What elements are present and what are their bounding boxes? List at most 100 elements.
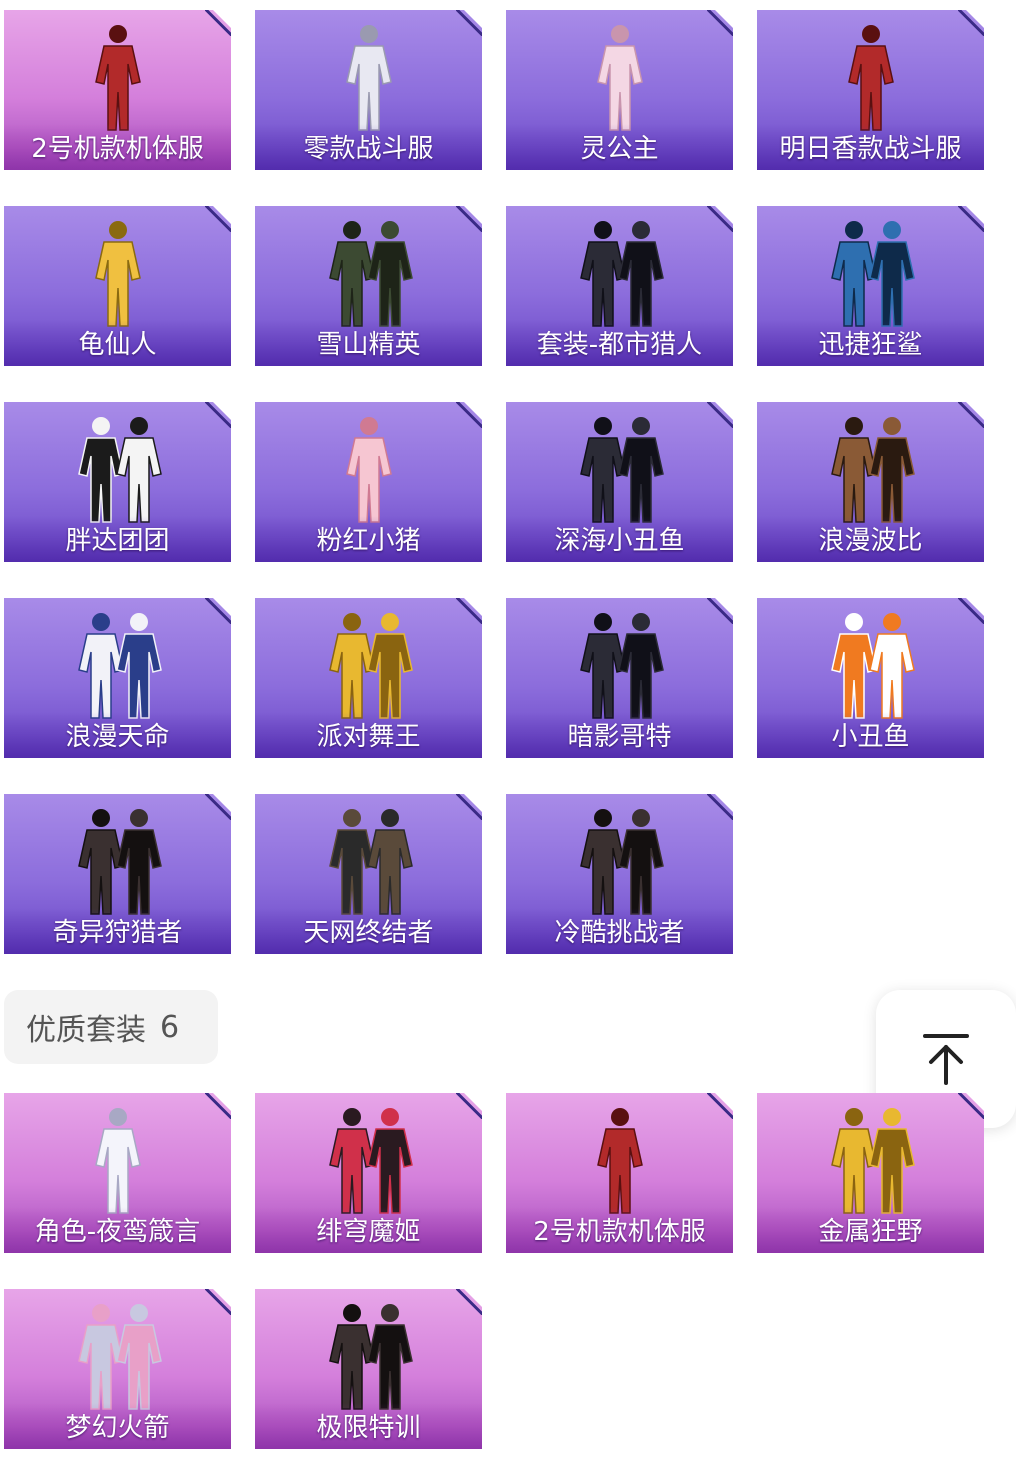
- corner-fold-line: [456, 10, 482, 36]
- outfit-preview-image: [77, 1304, 162, 1410]
- outfit-name: 粉红小猪: [316, 526, 421, 556]
- corner-fold-line: [958, 10, 984, 36]
- outfit-card[interactable]: 浪漫天命: [4, 598, 231, 758]
- outfit-preview-image: [345, 25, 392, 131]
- corner-fold-line: [205, 1093, 231, 1119]
- outfit-card[interactable]: 迅捷狂鲨: [757, 206, 984, 366]
- outfit-name: 胖达团团: [65, 526, 170, 556]
- corner-fold-line: [456, 206, 482, 232]
- outfit-card[interactable]: 明日香款战斗服: [757, 10, 984, 170]
- outfit-preview-image: [94, 25, 141, 131]
- outfit-card[interactable]: 派对舞王: [255, 598, 482, 758]
- outfit-preview-image: [579, 221, 664, 327]
- outfit-card[interactable]: 深海小丑鱼: [506, 402, 733, 562]
- corner-fold-line: [456, 1289, 482, 1315]
- outfit-grid-top: 2号机款机体服 零款战斗服 灵公主 明日香款战斗服龟仙人 雪山精英 套装-都市猎人 迅捷狂鲨…: [4, 10, 984, 954]
- outfit-name: 雪山精英: [316, 330, 421, 360]
- outfit-name: 绯穹魔姬: [316, 1217, 421, 1247]
- outfit-preview-image: [830, 221, 915, 327]
- outfit-card[interactable]: 绯穹魔姬: [255, 1093, 482, 1253]
- section-title-label: 优质套装: [26, 1013, 146, 1048]
- outfit-preview-image: [328, 221, 413, 327]
- outfit-card[interactable]: 胖达团团: [4, 402, 231, 562]
- outfit-card[interactable]: 雪山精英: [255, 206, 482, 366]
- outfit-preview-image: [345, 417, 392, 523]
- corner-fold-line: [707, 206, 733, 232]
- outfit-preview-image: [328, 613, 413, 719]
- outfit-preview-image: [579, 613, 664, 719]
- outfit-card[interactable]: 小丑鱼: [757, 598, 984, 758]
- corner-fold-line: [456, 1093, 482, 1119]
- outfit-preview-image: [77, 809, 162, 915]
- outfit-card[interactable]: 天网终结者: [255, 794, 482, 954]
- outfit-grid-premium: 角色-夜鸾箴言 绯穹魔姬 2号机款机体服 金属狂野梦幻火箭 极限特训: [4, 1093, 984, 1449]
- outfit-card[interactable]: 2号机款机体服: [506, 1093, 733, 1253]
- outfit-name: 明日香款战斗服: [779, 134, 962, 164]
- corner-fold-line: [707, 1093, 733, 1119]
- outfit-preview-image: [830, 1108, 915, 1214]
- outfit-preview-image: [77, 417, 162, 523]
- outfit-card[interactable]: 套装-都市猎人: [506, 206, 733, 366]
- corner-fold-line: [958, 206, 984, 232]
- outfit-name: 梦幻火箭: [65, 1413, 170, 1443]
- outfit-name: 金属狂野: [818, 1217, 923, 1247]
- outfit-preview-image: [94, 1108, 141, 1214]
- corner-fold-line: [958, 1093, 984, 1119]
- outfit-name: 冷酷挑战者: [554, 918, 685, 948]
- outfit-name: 天网终结者: [303, 918, 434, 948]
- outfit-preview-image: [328, 1108, 413, 1214]
- outfit-card[interactable]: 龟仙人: [4, 206, 231, 366]
- corner-fold-line: [707, 10, 733, 36]
- outfit-name: 迅捷狂鲨: [818, 330, 923, 360]
- outfit-name: 浪漫天命: [65, 722, 170, 752]
- outfit-card[interactable]: 梦幻火箭: [4, 1289, 231, 1449]
- outfit-card[interactable]: 浪漫波比: [757, 402, 984, 562]
- outfit-preview-image: [596, 25, 643, 131]
- outfit-preview-image: [847, 25, 894, 131]
- outfit-card[interactable]: 极限特训: [255, 1289, 482, 1449]
- section-title-count: 6: [160, 1009, 180, 1045]
- outfit-name: 2号机款机体服: [533, 1217, 706, 1247]
- outfit-preview-image: [579, 417, 664, 523]
- outfit-card[interactable]: 2号机款机体服: [4, 10, 231, 170]
- outfit-preview-image: [596, 1108, 643, 1214]
- outfit-name: 奇异狩猎者: [52, 918, 183, 948]
- outfit-name: 派对舞王: [316, 722, 421, 752]
- outfit-name: 暗影哥特: [567, 722, 672, 752]
- corner-fold-line: [456, 794, 482, 820]
- outfit-preview-image: [328, 1304, 413, 1410]
- outfit-preview-image: [579, 809, 664, 915]
- corner-fold-line: [958, 598, 984, 624]
- outfit-card[interactable]: 粉红小猪: [255, 402, 482, 562]
- outfit-card[interactable]: 暗影哥特: [506, 598, 733, 758]
- outfit-name: 零款战斗服: [303, 134, 434, 164]
- corner-fold-line: [958, 402, 984, 428]
- arrow-up-to-top-icon: [923, 1034, 969, 1085]
- outfit-name: 角色-夜鸾箴言: [34, 1217, 201, 1247]
- corner-fold-line: [707, 402, 733, 428]
- outfit-card[interactable]: 金属狂野: [757, 1093, 984, 1253]
- corner-fold-line: [205, 794, 231, 820]
- corner-fold-line: [456, 402, 482, 428]
- outfit-name: 深海小丑鱼: [554, 526, 685, 556]
- outfit-card[interactable]: 角色-夜鸾箴言: [4, 1093, 231, 1253]
- outfit-name: 小丑鱼: [831, 722, 910, 752]
- outfit-name: 龟仙人: [78, 330, 157, 360]
- corner-fold-line: [205, 1289, 231, 1315]
- outfit-preview-image: [77, 613, 162, 719]
- corner-fold-line: [707, 794, 733, 820]
- section-title-premium-sets: 优质套装 6: [4, 990, 218, 1064]
- outfit-preview-image: [328, 809, 413, 915]
- outfit-name: 2号机款机体服: [31, 134, 204, 164]
- corner-fold-line: [707, 598, 733, 624]
- outfit-name: 浪漫波比: [818, 526, 923, 556]
- corner-fold-line: [205, 206, 231, 232]
- outfit-card[interactable]: 零款战斗服: [255, 10, 482, 170]
- corner-fold-line: [205, 598, 231, 624]
- outfit-card[interactable]: 奇异狩猎者: [4, 794, 231, 954]
- outfit-card[interactable]: 灵公主: [506, 10, 733, 170]
- outfit-preview-image: [830, 417, 915, 523]
- outfit-card[interactable]: 冷酷挑战者: [506, 794, 733, 954]
- outfit-preview-image: [830, 613, 915, 719]
- outfit-preview-image: [94, 221, 141, 327]
